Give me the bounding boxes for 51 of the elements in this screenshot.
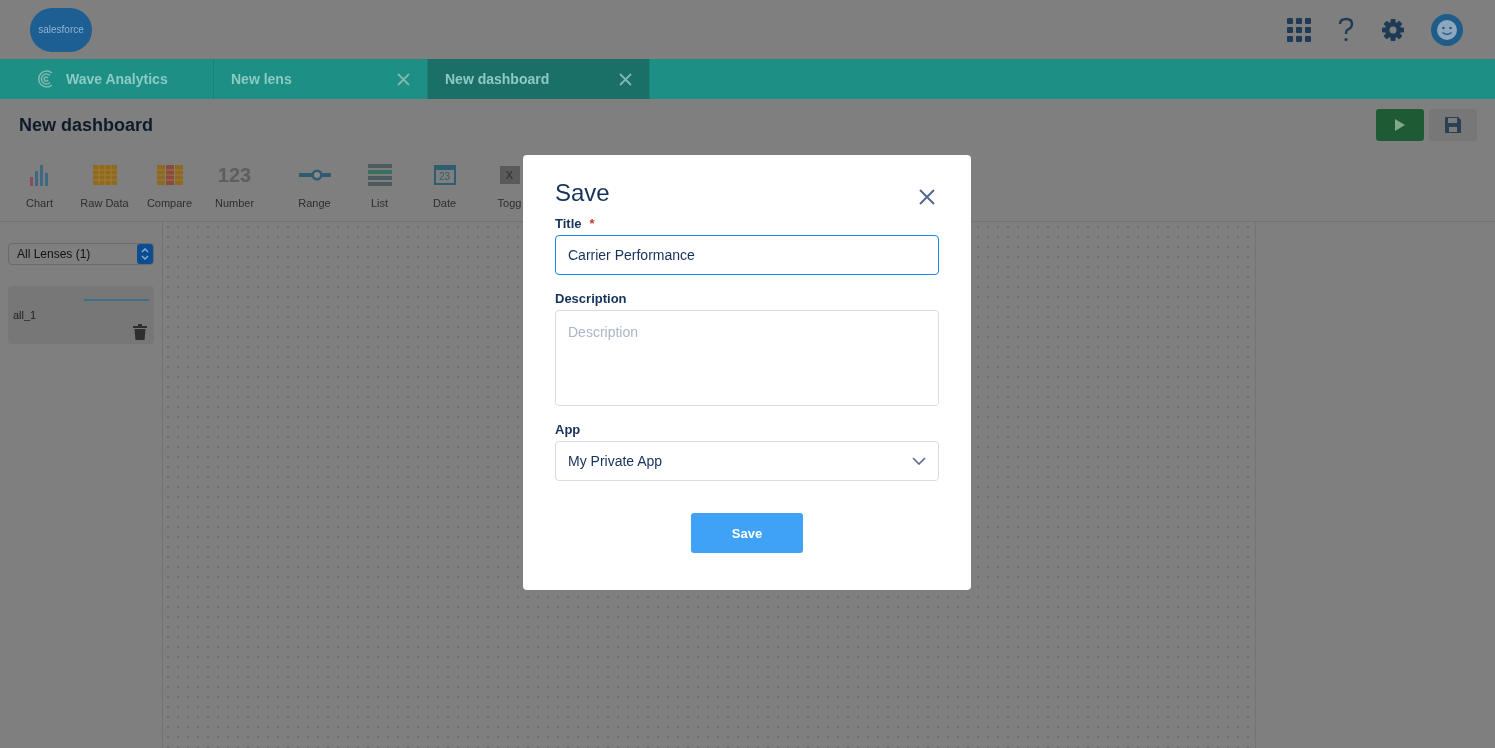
widget-tool[interactable]: List — [347, 161, 412, 221]
field-label: Description — [555, 291, 627, 306]
dashboard-title: New dashboard — [19, 114, 154, 136]
salesforce-cloud-logo[interactable]: salesforce — [30, 7, 92, 52]
lens-card[interactable]: all_1 — [8, 286, 154, 344]
tab-label: New dashboard — [445, 71, 550, 87]
bar-chart-icon — [28, 164, 51, 186]
chevron-down-icon — [912, 457, 926, 465]
preview-button[interactable] — [1376, 109, 1424, 141]
help-icon[interactable] — [1337, 16, 1355, 43]
app-tab[interactable]: Wave Analytics — [0, 59, 214, 99]
widget-label: Chart — [26, 197, 53, 209]
tab-label: Wave Analytics — [66, 71, 168, 87]
field-label: Title — [555, 216, 582, 231]
save-button[interactable]: Save — [691, 513, 803, 553]
compare-table-icon — [156, 165, 183, 185]
tab-label: New lens — [231, 71, 292, 87]
widget-label: List — [370, 197, 389, 209]
list-icon — [367, 164, 392, 186]
widget-label: Raw Data — [80, 197, 129, 209]
lens-name: all_1 — [13, 309, 37, 321]
widget-label: Togg — [497, 197, 522, 209]
avatar-smiley-icon[interactable] — [1431, 13, 1463, 46]
close-icon[interactable] — [919, 189, 935, 205]
required-asterisk: * — [589, 216, 595, 231]
field-label: App — [555, 422, 581, 437]
close-icon[interactable] — [619, 72, 632, 86]
play-icon — [1394, 118, 1406, 132]
range-slider-icon — [298, 168, 331, 182]
widget-label: Compare — [146, 197, 193, 209]
lens-filter-dropdown[interactable]: All Lenses (1) — [8, 243, 154, 265]
widget-label: Number — [214, 197, 255, 209]
title-input-field[interactable]: Carrier Performance — [555, 235, 939, 275]
table-grid-icon — [92, 165, 117, 185]
widget-tool[interactable]: 23 Date — [412, 161, 477, 221]
widget-tool[interactable]: Range — [282, 161, 347, 221]
calendar-icon: 23 — [433, 165, 456, 185]
app-grid-icon[interactable] — [1287, 17, 1311, 42]
widget-label: Date — [432, 197, 457, 209]
dialog-title: Save — [555, 179, 610, 207]
widget-tool[interactable]: Chart — [7, 161, 72, 221]
app-tab[interactable]: New dashboard — [428, 59, 650, 99]
save-icon-button[interactable] — [1429, 109, 1477, 141]
trash-icon[interactable] — [133, 324, 147, 340]
widget-label: Range — [298, 197, 331, 209]
up-down-chevron-icon — [137, 244, 153, 264]
widget-tool[interactable]: Compare — [137, 161, 202, 221]
description-textarea[interactable]: Description — [555, 310, 939, 406]
settings-icon[interactable] — [1381, 17, 1405, 42]
widget-tool[interactable]: Raw Data — [72, 161, 137, 221]
app-select-dropdown[interactable]: My Private App — [555, 441, 939, 481]
